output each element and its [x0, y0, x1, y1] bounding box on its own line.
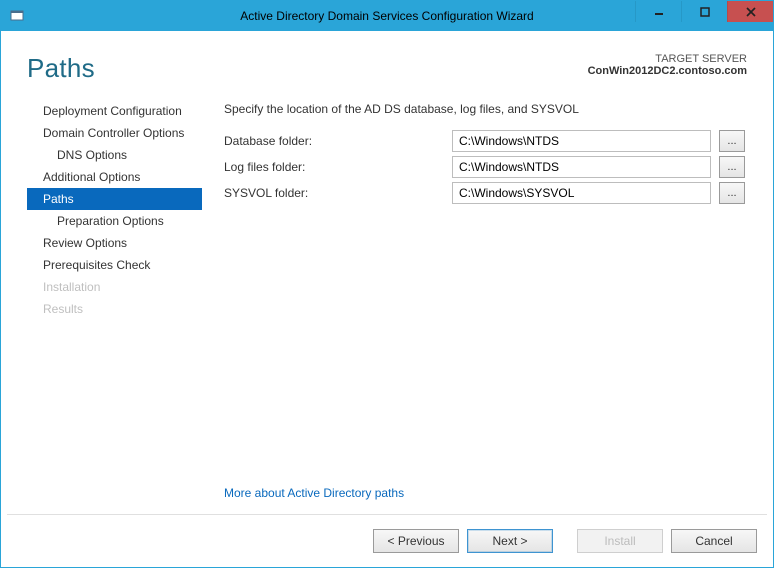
wizard-nav: Deployment ConfigurationDomain Controlle… [27, 94, 202, 514]
sysvol-folder-label: SYSVOL folder: [224, 186, 444, 200]
nav-item-review-options[interactable]: Review Options [27, 232, 202, 254]
nav-item-paths[interactable]: Paths [27, 188, 202, 210]
minimize-button[interactable] [635, 1, 681, 22]
install-button[interactable]: Install [577, 529, 663, 553]
header-row: Paths TARGET SERVER ConWin2012DC2.contos… [1, 31, 773, 94]
form-rows: Database folder: ... Log files folder: .… [224, 130, 745, 204]
logfiles-folder-browse-button[interactable]: ... [719, 156, 745, 178]
wizard-window: Active Directory Domain Services Configu… [0, 0, 774, 568]
paths-pane: Specify the location of the AD DS databa… [202, 94, 763, 514]
previous-button[interactable]: < Previous [373, 529, 459, 553]
instruction-text: Specify the location of the AD DS databa… [224, 102, 745, 116]
body: Paths TARGET SERVER ConWin2012DC2.contos… [1, 31, 773, 567]
target-server-label: TARGET SERVER [588, 53, 747, 65]
nav-item-results: Results [27, 298, 202, 320]
nav-item-deployment-configuration[interactable]: Deployment Configuration [27, 100, 202, 122]
window-buttons [635, 1, 773, 22]
nav-item-dns-options[interactable]: DNS Options [27, 144, 202, 166]
database-folder-label: Database folder: [224, 134, 444, 148]
more-about-paths-link[interactable]: More about Active Directory paths [224, 486, 404, 500]
nav-item-prerequisites-check[interactable]: Prerequisites Check [27, 254, 202, 276]
database-folder-input[interactable] [452, 130, 711, 152]
sysvol-folder-browse-button[interactable]: ... [719, 182, 745, 204]
sysvol-folder-row: SYSVOL folder: ... [224, 182, 745, 204]
nav-item-preparation-options[interactable]: Preparation Options [27, 210, 202, 232]
more-about-link-row: More about Active Directory paths [224, 486, 745, 514]
nav-item-domain-controller-options[interactable]: Domain Controller Options [27, 122, 202, 144]
next-button[interactable]: Next > [467, 529, 553, 553]
maximize-button[interactable] [681, 1, 727, 22]
target-server: TARGET SERVER ConWin2012DC2.contoso.com [588, 53, 747, 77]
footer: < Previous Next > Install Cancel [1, 515, 773, 567]
target-server-name: ConWin2012DC2.contoso.com [588, 65, 747, 77]
content-area: Deployment ConfigurationDomain Controlle… [1, 94, 773, 514]
logfiles-folder-input[interactable] [452, 156, 711, 178]
close-button[interactable] [727, 1, 773, 22]
database-folder-row: Database folder: ... [224, 130, 745, 152]
titlebar: Active Directory Domain Services Configu… [1, 1, 773, 31]
server-manager-icon [9, 8, 25, 24]
nav-item-installation: Installation [27, 276, 202, 298]
sysvol-folder-input[interactable] [452, 182, 711, 204]
nav-item-additional-options[interactable]: Additional Options [27, 166, 202, 188]
cancel-button[interactable]: Cancel [671, 529, 757, 553]
page-title: Paths [27, 53, 95, 84]
logfiles-folder-label: Log files folder: [224, 160, 444, 174]
logfiles-folder-row: Log files folder: ... [224, 156, 745, 178]
database-folder-browse-button[interactable]: ... [719, 130, 745, 152]
